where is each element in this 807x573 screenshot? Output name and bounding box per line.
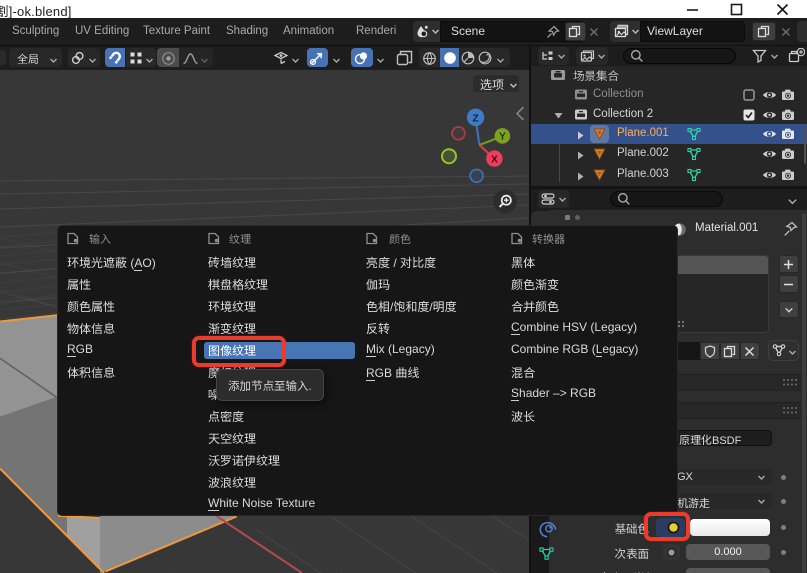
svg-text:Y: Y [499,132,506,143]
svg-text:Z: Z [472,112,479,124]
svg-text:X: X [491,155,498,166]
